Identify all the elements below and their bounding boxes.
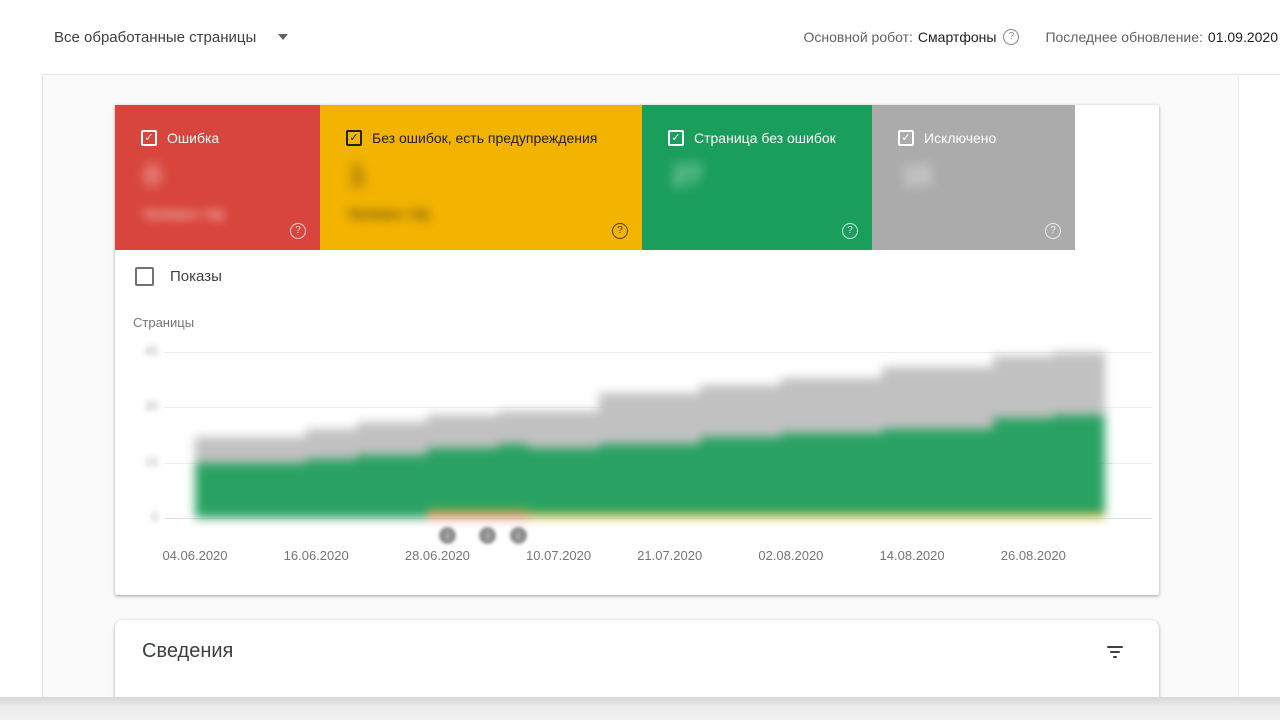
- status-card-label: Ошибка: [167, 130, 219, 146]
- help-icon[interactable]: ?: [612, 223, 628, 239]
- status-card-error[interactable]: ✓ Ошибка 0 Проверка: Н/Д ?: [115, 105, 320, 250]
- coverage-report-page: Все обработанные страницы Основной робот…: [0, 0, 1280, 720]
- status-card-header: ✓ Страница без ошибок: [668, 130, 872, 146]
- status-card-label: Исключено: [924, 130, 996, 146]
- checkbox-checked-icon[interactable]: ✓: [898, 130, 914, 146]
- status-card-value: 15: [902, 160, 932, 191]
- page-bottom-shadow: [0, 697, 1280, 720]
- details-title: Сведения: [142, 640, 233, 663]
- status-tiles-row: ✓ Ошибка 0 Проверка: Н/Д ? ✓ Без ошибок,…: [115, 105, 1075, 250]
- dropdown-label: Все обработанные страницы: [54, 29, 256, 46]
- status-card-label: Страница без ошибок: [694, 130, 836, 146]
- status-card-value: 27: [672, 160, 702, 191]
- status-card-valid[interactable]: ✓ Страница без ошибок 27 ?: [642, 105, 872, 250]
- topbar: Все обработанные страницы Основной робот…: [42, 0, 1280, 75]
- impressions-label: Показы: [170, 268, 222, 285]
- robot-value: Смартфоны: [918, 29, 997, 45]
- pages-filter-dropdown[interactable]: Все обработанные страницы: [50, 0, 292, 74]
- impressions-toggle[interactable]: Показы: [135, 267, 222, 286]
- status-card-value: 0: [145, 160, 160, 191]
- help-icon[interactable]: ?: [842, 223, 858, 239]
- chevron-down-icon: [278, 34, 288, 40]
- details-card: Сведения: [115, 620, 1159, 697]
- timeline-event-marker-icon[interactable]: i: [510, 527, 527, 544]
- status-card-label: Без ошибок, есть предупреждения: [372, 130, 597, 146]
- topbar-info: Основной робот: Смартфоны ? Последнее об…: [803, 0, 1278, 74]
- filter-list-icon: [1107, 646, 1123, 658]
- coverage-summary-card: ✓ Ошибка 0 Проверка: Н/Д ? ✓ Без ошибок,…: [115, 105, 1159, 595]
- checkbox-unchecked-icon[interactable]: [135, 267, 154, 286]
- status-card-sublabel: Проверка: Н/Д: [348, 207, 429, 221]
- filter-button[interactable]: [1097, 634, 1133, 670]
- status-card-header: ✓ Исключено: [898, 130, 1075, 146]
- help-icon[interactable]: ?: [1003, 29, 1019, 45]
- checkbox-checked-icon[interactable]: ✓: [141, 130, 157, 146]
- help-icon[interactable]: ?: [1045, 223, 1061, 239]
- status-card-excluded[interactable]: ✓ Исключено 15 ?: [872, 105, 1075, 250]
- status-card-header: ✓ Без ошибок, есть предупреждения: [346, 130, 642, 146]
- status-card-warnings[interactable]: ✓ Без ошибок, есть предупреждения 1 Пров…: [320, 105, 642, 250]
- updated-value: 01.09.2020: [1208, 29, 1278, 45]
- help-icon[interactable]: ?: [290, 223, 306, 239]
- status-card-value: 1: [350, 160, 365, 191]
- scrollbar-track[interactable]: [1238, 76, 1280, 697]
- checkbox-checked-icon[interactable]: ✓: [346, 130, 362, 146]
- robot-label: Основной робот:: [803, 29, 912, 45]
- updated-label: Последнее обновление:: [1045, 29, 1202, 45]
- checkbox-checked-icon[interactable]: ✓: [668, 130, 684, 146]
- status-card-header: ✓ Ошибка: [141, 130, 320, 146]
- status-card-sublabel: Проверка: Н/Д: [143, 207, 224, 221]
- timeline-event-marker-icon[interactable]: i: [439, 527, 456, 544]
- y-axis-title: Страницы: [133, 315, 194, 330]
